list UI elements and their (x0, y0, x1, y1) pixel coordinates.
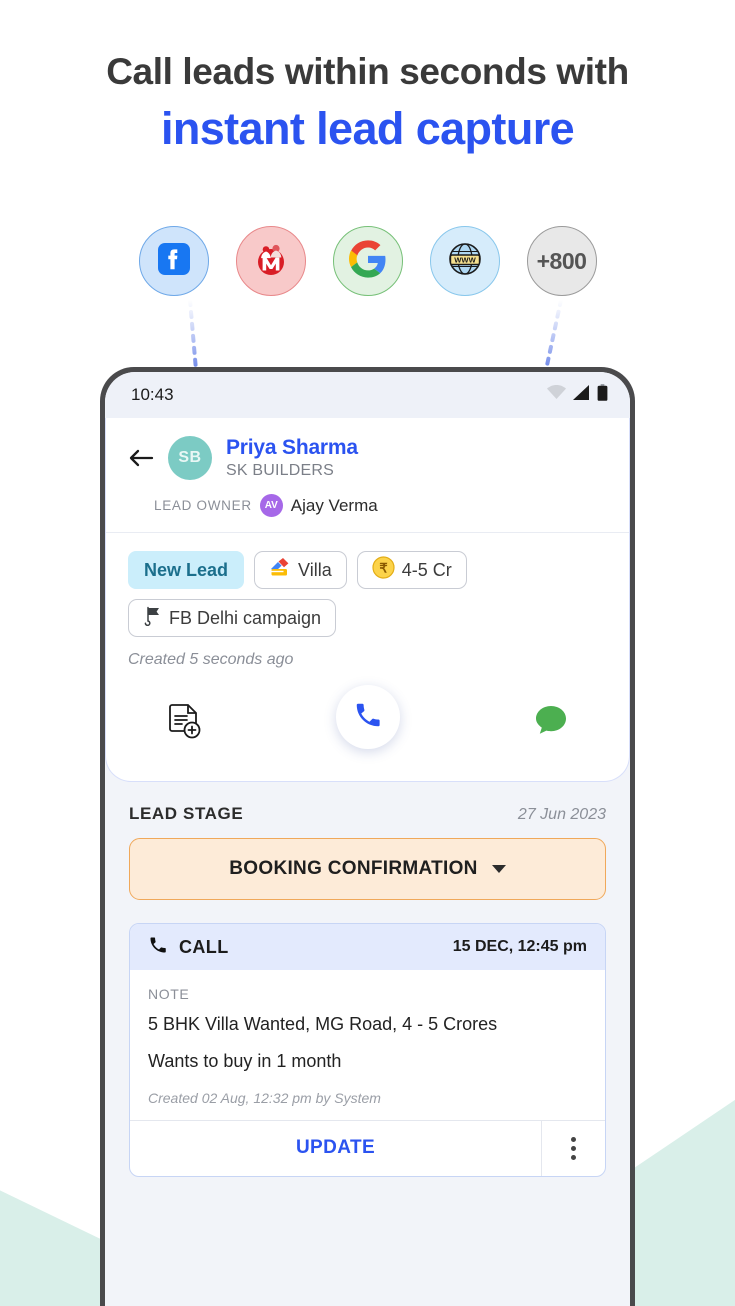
lead-stage-header: LEAD STAGE 27 Jun 2023 (105, 782, 630, 824)
call-action[interactable] (335, 685, 400, 749)
lead-owner-name: Ajay Verma (290, 495, 378, 515)
promo-screenshot: Call leads within seconds with instant l… (0, 0, 735, 1306)
add-note-action[interactable] (164, 701, 204, 746)
note-line-1: 5 BHK Villa Wanted, MG Road, 4 - 5 Crore… (148, 1014, 498, 1034)
property-icon (269, 557, 291, 583)
note-meta: Created 02 Aug, 12:32 pm by System (148, 1089, 381, 1106)
lead-tags: New Lead Villa ₹ 4-5 Cr FB Delhi campaig… (106, 533, 629, 637)
kebab-dot (571, 1154, 576, 1160)
headline-line-1: Call leads within seconds with (106, 51, 629, 92)
kebab-dot (571, 1145, 576, 1151)
lead-stage-value: BOOKING CONFIRMATION (229, 858, 478, 879)
kebab-dot (571, 1136, 576, 1142)
activity-type-block: CALL (148, 935, 229, 960)
wifi-icon (547, 385, 566, 405)
phone-screen: 10:43 SB Priya Sharma SK BUILDERS LEAD O… (105, 372, 630, 1306)
flag-icon (143, 606, 162, 631)
update-button[interactable]: UPDATE (130, 1121, 541, 1176)
headline: Call leads within seconds with instant l… (0, 48, 735, 161)
google-source[interactable] (332, 226, 403, 296)
activity-card: CALL 15 DEC, 12:45 pm NOTE 5 BHK Villa W… (129, 923, 606, 1177)
status-badge[interactable]: New Lead (128, 551, 245, 589)
chat-bubble-icon (531, 705, 571, 745)
owner-avatar: AV (259, 494, 283, 517)
lead-stage-dropdown[interactable]: BOOKING CONFIRMATION (129, 838, 606, 900)
lead-name[interactable]: Priya Sharma (226, 436, 358, 460)
google-icon (348, 239, 387, 283)
activity-card-header: CALL 15 DEC, 12:45 pm (130, 924, 605, 970)
campaign-tag-label: FB Delhi campaign (169, 607, 322, 628)
budget-tag[interactable]: ₹ 4-5 Cr (356, 551, 467, 589)
lead-stage-date: 27 Jun 2023 (517, 806, 606, 823)
chevron-down-icon (491, 865, 506, 873)
property-tag-label: Villa (298, 559, 332, 580)
facebook-source[interactable] (138, 226, 209, 296)
rupee-coin-icon: ₹ (372, 556, 395, 584)
lead-identity: SB Priya Sharma SK BUILDERS (106, 436, 629, 480)
lead-name-block: Priya Sharma SK BUILDERS (226, 436, 358, 480)
signal-icon (573, 385, 590, 405)
lead-owner-label: LEAD OWNER (154, 498, 252, 513)
battery-icon (597, 384, 608, 406)
magicbricks-source[interactable] (235, 226, 306, 296)
status-bar-icons (547, 384, 608, 406)
activity-timestamp: 15 DEC, 12:45 pm (452, 938, 587, 955)
lead-company: SK BUILDERS (226, 462, 335, 479)
lead-owner-row: LEAD OWNER AV Ajay Verma (106, 480, 629, 517)
facebook-icon (155, 240, 193, 283)
lead-action-bar (106, 669, 629, 781)
www-globe-icon: WWW (444, 238, 486, 285)
budget-tag-label: 4-5 Cr (401, 559, 452, 580)
website-source[interactable]: WWW (429, 226, 500, 296)
headline-line-2: instant lead capture (160, 103, 575, 155)
avatar: SB (168, 436, 212, 480)
back-icon[interactable] (128, 445, 154, 471)
property-tag[interactable]: Villa (254, 551, 347, 589)
svg-text:WWW: WWW (454, 255, 476, 264)
kebab-menu-icon[interactable] (541, 1120, 605, 1176)
campaign-tag[interactable]: FB Delhi campaign (128, 599, 337, 637)
status-bar: 10:43 (105, 372, 630, 418)
whatsapp-action[interactable] (531, 701, 571, 746)
phone-mockup: 10:43 SB Priya Sharma SK BUILDERS LEAD O… (100, 367, 635, 1306)
note-line-2: Wants to buy in 1 month (148, 1050, 342, 1071)
lead-stage-title: LEAD STAGE (129, 804, 244, 823)
activity-type-label: CALL (179, 936, 229, 957)
more-sources-label: +800 (536, 247, 587, 274)
activity-card-footer: UPDATE (130, 1119, 605, 1176)
phone-icon (353, 700, 383, 735)
svg-text:₹: ₹ (379, 561, 388, 576)
lead-created-text: Created 5 seconds ago (128, 651, 294, 668)
activity-card-body: NOTE 5 BHK Villa Wanted, MG Road, 4 - 5 … (130, 970, 605, 1120)
note-label: NOTE (148, 986, 190, 1002)
phone-icon (148, 935, 168, 960)
lead-source-icons: WWW +800 (0, 226, 735, 296)
magicbricks-icon (250, 238, 292, 285)
status-bar-time: 10:43 (131, 385, 174, 404)
lead-header-card: SB Priya Sharma SK BUILDERS LEAD OWNER A… (105, 418, 630, 782)
more-sources[interactable]: +800 (526, 226, 597, 296)
